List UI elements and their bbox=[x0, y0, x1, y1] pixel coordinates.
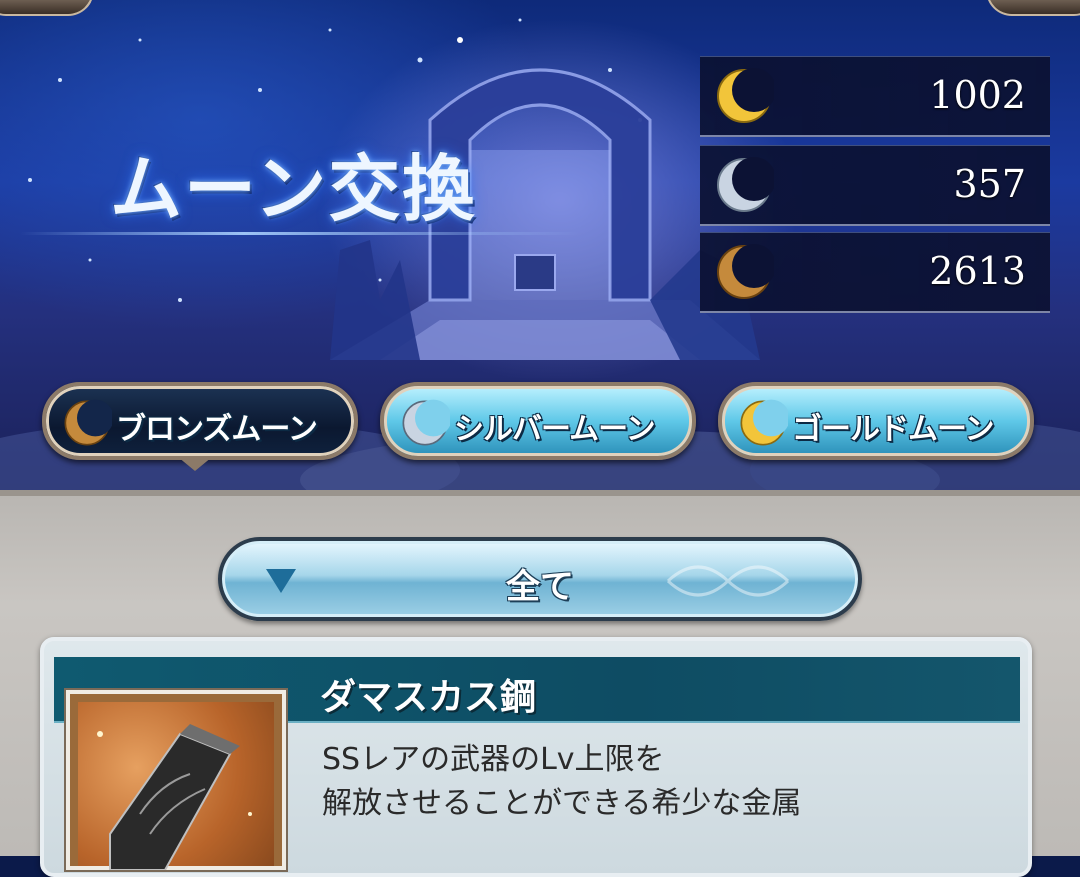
item-description-line: 解放させることができる希少な金属 bbox=[322, 786, 802, 821]
category-filter-dropdown[interactable]: 全て bbox=[218, 537, 862, 621]
damascus-steel-ingot-icon bbox=[97, 724, 252, 870]
silver-moon-amount: 357 bbox=[953, 162, 1026, 206]
tab-label: ブロンズムーン bbox=[116, 412, 318, 447]
item-description: SSレアの武器のLv上限を 解放させることができる希少な金属 bbox=[322, 738, 982, 826]
gold-moon-icon bbox=[717, 68, 774, 123]
silver-moon-icon bbox=[402, 399, 450, 446]
tab-gold-moon[interactable]: ゴールドムーン bbox=[718, 382, 1034, 460]
tab-label: ゴールドムーン bbox=[792, 412, 994, 447]
top-frame-right bbox=[986, 0, 1080, 16]
silver-moon-counter: 357 bbox=[700, 145, 1050, 226]
item-thumbnail bbox=[66, 690, 286, 870]
tab-label: シルバームーン bbox=[454, 412, 656, 447]
tab-bronze-moon[interactable]: ブロンズムーン bbox=[42, 382, 358, 460]
page-title: ムーン交換 bbox=[110, 147, 477, 231]
item-name: ダマスカス鋼 bbox=[320, 677, 537, 718]
bronze-moon-icon bbox=[717, 244, 774, 299]
item-description-line: SSレアの武器のLv上限を bbox=[322, 742, 665, 777]
ornament-decoration bbox=[666, 565, 790, 597]
title-underline bbox=[20, 232, 580, 235]
bronze-moon-amount: 2613 bbox=[929, 249, 1026, 293]
gold-moon-icon bbox=[740, 399, 788, 446]
silver-moon-icon bbox=[717, 157, 774, 212]
tab-silver-moon[interactable]: シルバームーン bbox=[380, 382, 696, 460]
gold-moon-amount: 1002 bbox=[929, 73, 1026, 117]
gold-moon-counter: 1002 bbox=[700, 56, 1050, 137]
bronze-moon-icon bbox=[64, 399, 112, 446]
bronze-moon-counter: 2613 bbox=[700, 232, 1050, 313]
